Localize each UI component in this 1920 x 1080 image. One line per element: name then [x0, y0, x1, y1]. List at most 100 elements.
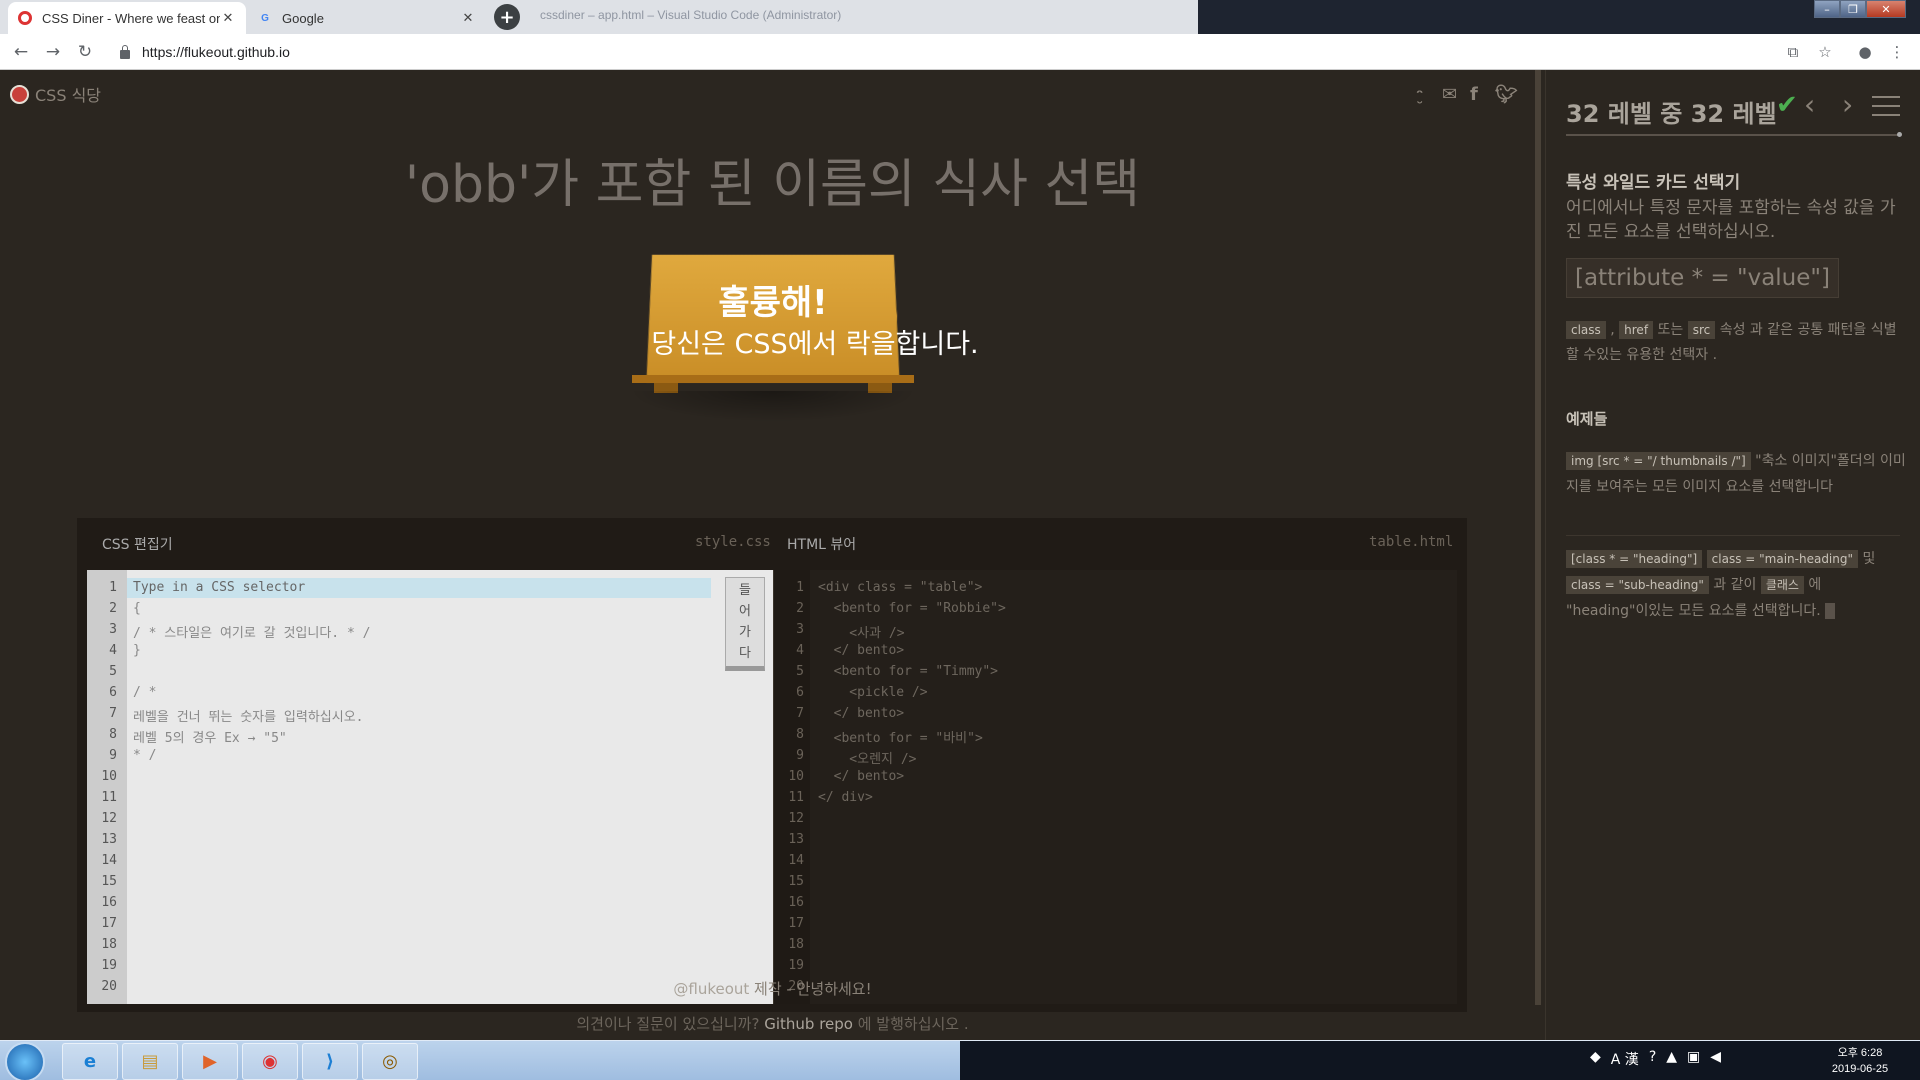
css-editor-title: CSS 편집기 — [102, 537, 173, 553]
html-line[interactable]: <오렌지 /> — [818, 748, 916, 767]
level-indicator: 32 레벨 중 32 레벨 — [1566, 100, 1777, 128]
wink-icon[interactable]: ᵔ̮ — [1416, 86, 1423, 104]
line-number: 12 — [788, 811, 804, 826]
html-line[interactable]: </ bento> — [818, 706, 904, 721]
html-line[interactable]: </ bento> — [818, 769, 904, 784]
restore-button[interactable]: ❐ — [1840, 0, 1866, 18]
line-number: 13 — [788, 832, 804, 847]
enter-button[interactable]: 들 어 가 다 — [725, 577, 765, 671]
html-line[interactable]: <div class = "table"> — [818, 580, 982, 595]
line-number: 5 — [109, 664, 117, 679]
ime-indicator[interactable]: A 漢 — [1611, 1049, 1639, 1069]
facebook-icon[interactable]: f — [1470, 84, 1478, 105]
line-number: 19 — [788, 958, 804, 973]
footer-feedback: 의견이나 질문이 있으십니까? Github repo 에 발행하십시오 . — [0, 1013, 1545, 1034]
github-repo-link[interactable]: Github repo — [764, 1015, 853, 1033]
line-number: 18 — [788, 937, 804, 952]
line-number: 14 — [788, 853, 804, 868]
html-line[interactable]: <bento for = "Robbie"> — [818, 601, 1006, 616]
html-line[interactable]: <bento for = "바비"> — [818, 727, 983, 746]
reload-icon[interactable]: ↻ — [74, 41, 96, 63]
bookmark-star-icon[interactable]: ☆ — [1816, 43, 1834, 61]
line-number: 16 — [788, 895, 804, 910]
address-bar[interactable]: https://flukeout.github.io — [110, 38, 1790, 66]
congrats-subtitle: 당신은 CSS에서 락을합니다. — [651, 329, 979, 360]
enter-button-char: 들 — [739, 583, 751, 598]
close-icon[interactable]: ✕ — [460, 10, 476, 26]
line-number: 9 — [109, 748, 117, 763]
help-icon[interactable]: ? — [1649, 1049, 1656, 1069]
example-text: 및 — [1858, 551, 1876, 567]
line-number: 12 — [101, 811, 117, 826]
shield-icon[interactable]: ◆ — [1590, 1049, 1601, 1069]
window-close-button[interactable]: ✕ — [1866, 0, 1906, 18]
footer-credit: @flukeout 제작 - 안녕하세요! — [0, 978, 1545, 999]
profile-icon[interactable]: ● — [1856, 43, 1874, 61]
example-1: img [src * = "/ thumbnails /"] "축소 이미지"폴… — [1566, 448, 1906, 500]
css-file-name: style.css — [695, 534, 771, 550]
line-number: 4 — [796, 643, 804, 658]
system-tray: ◆ A 漢 ? ▲ ▣ ◀ — [1590, 1049, 1721, 1069]
minimize-button[interactable]: – — [1814, 0, 1840, 18]
selector-hint: class , href 또는 src 속성 과 같은 공통 패턴을 식별 할 … — [1566, 318, 1906, 368]
prev-level-icon[interactable]: ‹ — [1804, 88, 1815, 121]
html-viewer-title: HTML 뷰어 — [787, 537, 857, 553]
code-tag: class = "sub-heading" — [1566, 576, 1709, 594]
line-number: 4 — [109, 643, 117, 658]
code-tag: class — [1566, 321, 1606, 339]
code-line: / * 스타일은 여기로 갈 것입니다. * / — [133, 626, 371, 641]
order-title: 'obb'가 포함 된 이름의 식사 선택 — [404, 155, 1141, 215]
back-icon[interactable]: ← — [10, 41, 32, 63]
css-editor[interactable]: 1 2 3 4 5 6 7 8 9 10 11 12 13 14 15 16 17 18 19 20 Type in … — [87, 570, 773, 1004]
media-icon[interactable]: ▶ — [182, 1043, 238, 1080]
tab-google[interactable]: G Google ✕ — [248, 2, 486, 34]
level-progress-bar — [1566, 132, 1902, 137]
line-number: 6 — [796, 685, 804, 700]
line-number: 19 — [101, 958, 117, 973]
google-favicon-icon: G — [261, 12, 269, 24]
translate-icon[interactable]: ⧉ — [1784, 43, 1802, 61]
system-clock[interactable]: 오후 6:28 2019-06-25 — [1820, 1045, 1900, 1077]
web-app-icon[interactable]: ◎ — [362, 1043, 418, 1080]
line-number: 10 — [788, 769, 804, 784]
code-tag: 클래스 — [1760, 576, 1804, 594]
taskbar-dark-region — [960, 1041, 1920, 1080]
html-line[interactable]: </ bento> — [818, 643, 904, 658]
game-area: CSS 식당 ᵔ̮ ✉ f 🐦︎ 'obb'가 포함 된 이름의 식사 선택 훌… — [0, 70, 1545, 1040]
volume-icon[interactable]: ◀ — [1710, 1049, 1721, 1069]
ie-icon[interactable]: e — [62, 1043, 118, 1080]
explorer-icon[interactable]: ▤ — [122, 1043, 178, 1080]
author-link[interactable]: @flukeout — [673, 980, 749, 998]
logo[interactable]: CSS 식당 — [10, 82, 101, 106]
level-sidebar: 32 레벨 중 32 레벨 ✔ ‹ › 특성 와일드 카드 선택기 어디에서나 … — [1545, 70, 1920, 1040]
divider — [1566, 535, 1900, 536]
twitter-icon[interactable]: 🐦︎ — [1495, 84, 1518, 105]
line-number: 6 — [109, 685, 117, 700]
css-selector-input[interactable]: Type in a CSS selector — [133, 580, 305, 595]
html-line[interactable]: </ div> — [818, 790, 873, 805]
examples-heading: 예제들 — [1566, 410, 1608, 428]
tray-up-arrow-icon[interactable]: ▲ — [1666, 1049, 1677, 1069]
tab-css-diner[interactable]: CSS Diner - Where we feast on ✕ — [8, 2, 246, 34]
page-scrollbar[interactable] — [1535, 70, 1541, 1005]
line-number: 15 — [101, 874, 117, 889]
table-edge — [632, 375, 914, 383]
line-number: 2 — [109, 601, 117, 616]
html-line[interactable]: <pickle /> — [818, 685, 927, 700]
start-button[interactable] — [5, 1042, 45, 1080]
next-level-icon[interactable]: › — [1842, 88, 1853, 121]
menu-icon[interactable]: ⋮ — [1888, 43, 1906, 61]
code-tag: href — [1619, 321, 1654, 339]
level-menu-icon[interactable] — [1872, 96, 1900, 116]
html-line[interactable]: <사과 /> — [818, 622, 904, 641]
mail-icon[interactable]: ✉ — [1442, 84, 1457, 105]
network-icon[interactable]: ▣ — [1687, 1049, 1700, 1069]
forward-icon[interactable]: → — [42, 41, 64, 63]
line-number: 1 — [109, 580, 117, 595]
html-line[interactable]: <bento for = "Timmy"> — [818, 664, 998, 679]
new-tab-button[interactable]: + — [494, 4, 520, 30]
close-icon[interactable]: ✕ — [220, 10, 236, 26]
url-text: https://flukeout.github.io — [142, 44, 290, 60]
vscode-icon[interactable]: ⟩ — [302, 1043, 358, 1080]
chrome-icon[interactable]: ◉ — [242, 1043, 298, 1080]
